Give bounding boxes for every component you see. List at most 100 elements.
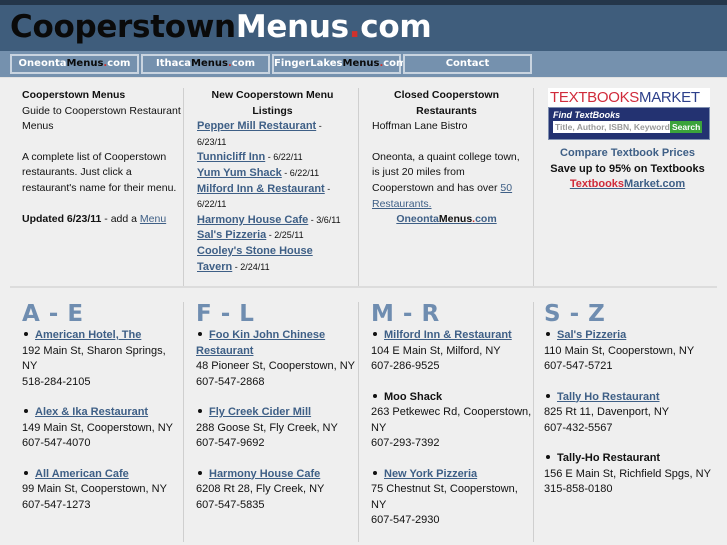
intro-title: Cooperstown Menus <box>22 89 126 101</box>
restaurant-entry: Milford Inn & Restaurant 104 E Main St, M… <box>371 328 533 375</box>
closed-column: Closed Cooperstown Restaurants Hoffman L… <box>358 88 533 286</box>
add-menu-link[interactable]: Menu <box>140 213 166 225</box>
new-listing-item: Harmony House Cafe - 3/6/11 <box>197 213 348 229</box>
textbooks-market-ad: TEXTBOOKSMARKET Find TextBooks Title, Au… <box>548 88 710 140</box>
directory-letter-heading: A - E <box>22 301 84 327</box>
bullet-icon <box>546 393 550 398</box>
new-listing-date: - 2/24/11 <box>232 261 270 272</box>
restaurant-phone: 607-547-1273 <box>22 498 91 511</box>
restaurant-phone: 607-547-9692 <box>196 437 265 449</box>
restaurant-phone: 607-547-2930 <box>371 514 440 526</box>
restaurant-link[interactable]: New York Pizzeria <box>384 468 477 480</box>
logo-part-com: com <box>360 9 432 45</box>
textbook-search-button[interactable]: Search <box>670 121 703 133</box>
restaurant-address: 99 Main St, Cooperstown, NY <box>22 483 167 495</box>
new-listing-item: Pepper Mill Restaurant - 6/23/11 <box>197 119 348 150</box>
restaurant-address: 149 Main St, Cooperstown, NY <box>22 421 174 434</box>
ad-column: TEXTBOOKSMARKET Find TextBooks Title, Au… <box>533 88 713 286</box>
restaurant-entry: Tally Ho Restaurant 825 Rt 11, Davenport,… <box>544 390 713 437</box>
restaurant-phone: 607-293-7392 <box>371 437 440 449</box>
nav-fingerlakes-menus[interactable]: FingerLakesMenus.com <box>272 54 406 74</box>
textbooks-market-link[interactable]: TextbooksMarket.com <box>570 178 685 190</box>
directory-letter-heading: M - R <box>371 301 440 327</box>
restaurant-address: 75 Chestnut St, Cooperstown, NY <box>371 483 518 511</box>
restaurant-entry: Foo Kin John Chinese Restaurant 48 Pionee… <box>196 328 358 390</box>
restaurant-link[interactable]: American Hotel, The <box>35 329 141 341</box>
new-listing-item: Cooley's Stone House Tavern - 2/24/11 <box>197 244 348 275</box>
restaurant-link[interactable]: Milford Inn & Restaurant <box>384 329 512 341</box>
new-listing-link[interactable]: Pepper Mill Restaurant <box>197 120 316 132</box>
restaurant-link[interactable]: Fly Creek Cider Mill <box>209 406 311 418</box>
new-listing-link[interactable]: Harmony House Cafe <box>197 214 308 226</box>
directory-letter-heading: S - Z <box>544 301 606 327</box>
new-listing-item: Tunnicliff Inn - 6/22/11 <box>197 150 348 166</box>
restaurant-name: Moo Shack <box>384 390 443 403</box>
new-listings-list: Pepper Mill Restaurant - 6/23/11 Tunnicli… <box>197 119 348 275</box>
restaurant-link[interactable]: All American Cafe <box>35 468 129 480</box>
restaurant-link[interactable]: Tally Ho Restaurant <box>557 391 660 403</box>
textbook-search-box: Find TextBooks Title, Author, ISBN, Keyw… <box>548 107 710 140</box>
bullet-icon <box>198 409 202 414</box>
oneonta-menus-link[interactable]: OneontaMenus.com <box>396 213 496 225</box>
new-listing-item: Yum Yum Shack - 6/22/11 <box>197 166 348 182</box>
bullet-icon <box>198 332 202 337</box>
intro-description: A complete list of Cooperstown restauran… <box>22 150 177 194</box>
restaurant-address: 110 Main St, Cooperstown, NY <box>544 344 695 357</box>
textbooks-market-logo[interactable]: TEXTBOOKSMARKET <box>548 88 710 107</box>
new-listing-link[interactable]: Yum Yum Shack <box>197 167 282 179</box>
directory-column-a-e: A - E American Hotel, The 192 Main St, Sha… <box>10 302 183 542</box>
restaurant-directory: A - E American Hotel, The 192 Main St, Sha… <box>0 288 727 542</box>
restaurant-entry: Fly Creek Cider Mill 288 Goose St, Fly Cr… <box>196 405 358 452</box>
restaurant-phone: 607-286-9525 <box>371 360 440 372</box>
site-logo[interactable]: CooperstownMenus.com <box>10 5 727 49</box>
site-header: CooperstownMenus.com <box>0 5 727 51</box>
new-listing-date: - 6/22/11 <box>281 167 320 178</box>
new-listings-title: New Cooperstown Menu Listings <box>211 89 334 117</box>
bullet-icon <box>24 332 28 337</box>
new-listing-link[interactable]: Tunnicliff Inn <box>197 151 265 163</box>
bullet-icon <box>198 470 202 475</box>
nav-oneonta-menus[interactable]: OneontaMenus.com <box>10 54 139 74</box>
closed-title: Closed Cooperstown Restaurants <box>393 89 499 117</box>
restaurant-phone: 607-547-5835 <box>196 498 265 511</box>
bullet-icon <box>546 455 550 460</box>
logo-part-menus: Menus <box>235 9 349 45</box>
textbook-search-input[interactable]: Title, Author, ISBN, Keyword <box>553 121 670 133</box>
restaurant-phone: 607-432-5567 <box>544 421 613 434</box>
restaurant-link[interactable]: Alex & Ika Restaurant <box>35 406 148 418</box>
nav-ithaca-menus[interactable]: IthacaMenus.com <box>141 54 270 74</box>
logo-part-cooperstown: Cooperstown <box>10 9 236 45</box>
restaurant-address: 825 Rt 11, Davenport, NY <box>544 406 670 418</box>
restaurant-link[interactable]: Foo Kin John Chinese Restaurant <box>196 329 325 357</box>
nav-bar: OneontaMenus.com IthacaMenus.com FingerL… <box>0 51 727 77</box>
restaurant-address: 48 Pioneer St, Cooperstown, NY <box>196 360 355 372</box>
bullet-icon <box>373 332 377 337</box>
restaurant-name: Tally-Ho Restaurant <box>557 452 661 464</box>
new-listing-item: Sal's Pizzeria - 2/25/11 <box>197 228 348 244</box>
restaurant-phone: 607-547-4070 <box>22 437 91 449</box>
restaurant-address: 104 E Main St, Milford, NY <box>371 344 501 357</box>
restaurant-link[interactable]: Harmony House Cafe <box>209 468 320 480</box>
directory-column-m-r: M - R Milford Inn & Restaurant 104 E Main … <box>358 302 533 542</box>
intro-subtitle: Guide to Cooperstown Restaurant Menus <box>22 104 181 133</box>
new-listing-date: - 6/22/11 <box>265 152 303 163</box>
nav-contact[interactable]: Contact <box>403 54 532 74</box>
top-section: Cooperstown Menus Guide to Cooperstown R… <box>0 78 727 286</box>
new-listing-date: - 3/6/11 <box>308 214 341 225</box>
new-listing-date: - 2/25/11 <box>266 230 304 241</box>
save-text: Save up to 95% on Textbooks <box>550 162 705 175</box>
restaurant-entry: Tally-Ho Restaurant 156 E Main St, Richfi… <box>544 451 713 498</box>
restaurant-link[interactable]: Sal's Pizzeria <box>557 329 626 341</box>
restaurant-entry: Alex & Ika Restaurant 149 Main St, Cooper… <box>22 405 183 452</box>
restaurant-entry: Moo Shack 263 Petkewec Rd, Cooperstown, N… <box>371 390 533 452</box>
bullet-icon <box>24 470 28 475</box>
restaurant-address: 288 Goose St, Fly Creek, NY <box>196 421 338 434</box>
restaurant-entry: New York Pizzeria 75 Chestnut St, Coopers… <box>371 467 533 529</box>
logo-dot: . <box>348 9 361 45</box>
restaurant-address: 6208 Rt 28, Fly Creek, NY <box>196 483 325 495</box>
directory-letter-heading: F - L <box>196 301 255 327</box>
new-listing-link[interactable]: Milford Inn & Restaurant <box>197 183 325 195</box>
oneonta-blurb: Oneonta, a quaint college town, is just … <box>372 150 520 210</box>
restaurant-address: 156 E Main St, Richfield Spgs, NY <box>544 467 711 480</box>
new-listing-link[interactable]: Sal's Pizzeria <box>197 229 266 241</box>
